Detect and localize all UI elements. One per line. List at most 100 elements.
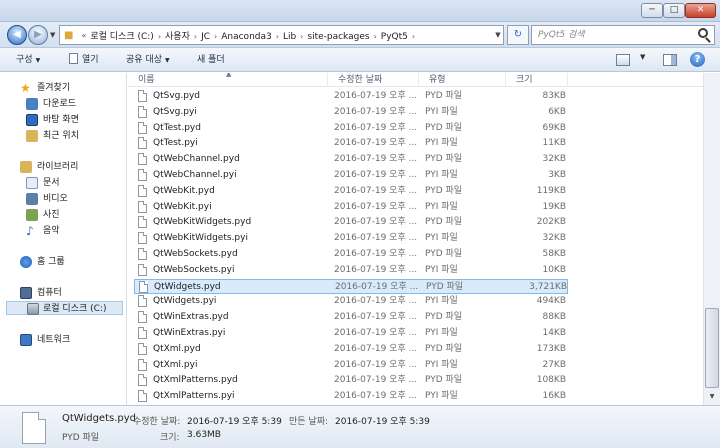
file-row[interactable]: QtWinExtras.pyd 2016-07-19 오후 ... PYD 파일 88… xyxy=(134,310,568,325)
breadcrumb-separator[interactable]: › xyxy=(276,32,279,41)
file-icon xyxy=(138,263,147,276)
open-button[interactable]: 열기 xyxy=(69,53,99,67)
file-icon xyxy=(138,90,147,102)
breadcrumb-separator[interactable]: › xyxy=(158,32,161,41)
file-type: PYI 파일 xyxy=(425,296,458,307)
file-row[interactable]: QtSvg.pyd 2016-07-19 오후 ... PYD 파일 83KB xyxy=(134,89,568,104)
file-size: 119KB xyxy=(536,185,566,196)
file-icon xyxy=(22,412,46,444)
nav-label: 홈 그룹 xyxy=(37,257,65,267)
chevron-down-icon[interactable]: ▼ xyxy=(640,53,645,61)
recent-pages-dropdown[interactable]: ▼ xyxy=(50,31,55,39)
file-icon xyxy=(138,390,147,403)
download-folder-icon xyxy=(26,98,38,110)
file-row[interactable]: QtWebKit.pyd 2016-07-19 오후 ... PYD 파일 119KB xyxy=(134,184,568,199)
nav-label: 로컬 디스크 (C:) xyxy=(43,304,107,314)
breadcrumb-separator[interactable]: › xyxy=(214,32,217,41)
scroll-down-icon[interactable]: ▼ xyxy=(705,391,719,403)
file-date: 2016-07-19 오후 ... xyxy=(334,91,418,101)
file-row[interactable]: QtXml.pyi 2016-07-19 오후 ... PYI 파일 27KB xyxy=(134,358,568,373)
nav-label: 컴퓨터 xyxy=(37,288,62,298)
nav-local-disk[interactable]: 로컬 디스크 (C:) xyxy=(6,301,123,315)
network-icon xyxy=(20,334,32,346)
breadcrumb: 로컬 디스크 (C:) › 사용자 › JC › Anaconda3 › Lib › site-pa… xyxy=(90,29,419,42)
file-size: 83KB xyxy=(542,91,566,101)
view-options-icon[interactable] xyxy=(616,54,630,66)
back-button[interactable]: ◀ xyxy=(7,25,27,45)
file-name: QtTest.pyi xyxy=(153,138,198,149)
history-marker[interactable]: « xyxy=(81,31,86,40)
organize-button[interactable]: 구성 ▼ xyxy=(16,53,40,67)
file-row[interactable]: QtWebKitWidgets.pyd 2016-07-19 오후 ... PYD … xyxy=(134,215,568,230)
file-row[interactable]: QtWidgets.pyd 2016-07-19 오후 ... PYD 파일 3,72… xyxy=(134,278,568,294)
details-created-label: 만든 날짜: xyxy=(289,417,329,427)
breadcrumb-item[interactable]: Anaconda3 xyxy=(221,32,272,42)
refresh-button[interactable]: ↻ xyxy=(507,25,529,45)
file-row[interactable]: QtXml.pyd 2016-07-19 오후 ... PYD 파일 173KB xyxy=(134,342,568,357)
homegroup-icon xyxy=(20,256,32,268)
breadcrumb-separator[interactable]: › xyxy=(300,32,303,41)
help-icon[interactable]: ? xyxy=(690,52,705,67)
file-date: 2016-07-19 오후 ... xyxy=(334,185,418,196)
breadcrumb-separator[interactable]: › xyxy=(374,32,377,41)
file-date: 2016-07-19 오후 ... xyxy=(334,122,418,133)
file-size: 3,721KB xyxy=(529,281,567,292)
chevron-down-icon: ▼ xyxy=(50,31,56,39)
search-input[interactable]: PyQt5 검색 xyxy=(531,25,715,45)
file-row[interactable]: QtWidgets.pyi 2016-07-19 오후 ... PYI 파일 494K… xyxy=(134,294,568,309)
file-row[interactable]: QtTest.pyd 2016-07-19 오후 ... PYD 파일 69KB xyxy=(134,121,568,136)
file-row[interactable]: QtWebChannel.pyi 2016-07-19 오후 ... PYI 파일 3… xyxy=(134,168,568,183)
nav-label: 바탕 화면 xyxy=(43,115,79,125)
file-size: 11KB xyxy=(542,138,566,149)
library-icon xyxy=(20,161,32,173)
arrow-left-icon: ◀ xyxy=(13,29,21,40)
file-name: QtXmlPatterns.pyd xyxy=(153,375,238,386)
file-row[interactable]: QtWebSockets.pyd 2016-07-19 오후 ... PYD 파일 5… xyxy=(134,247,568,262)
file-list: 이름 ▲ 수정한 날짜 유형 크기 QtSvg.pyd 2016-07-19 오후… xyxy=(128,73,703,405)
search-icon xyxy=(698,28,708,38)
breadcrumb-item[interactable]: site-packages xyxy=(307,32,369,42)
file-row[interactable]: QtWebChannel.pyd 2016-07-19 오후 ... PYD 파일 3… xyxy=(134,152,568,167)
file-row[interactable]: QtWebSockets.pyi 2016-07-19 오후 ... PYI 파일 1… xyxy=(134,263,568,278)
file-type: PYI 파일 xyxy=(425,138,458,149)
scroll-thumb[interactable] xyxy=(705,308,719,388)
file-date: 2016-07-19 오후 ... xyxy=(334,296,418,307)
address-bar[interactable]: ■ « 로컬 디스크 (C:) › 사용자 › JC › Anaconda3 › Lib › sit… xyxy=(59,25,504,45)
file-date: 2016-07-19 오후 ... xyxy=(335,281,419,292)
file-row[interactable]: QtSvg.pyi 2016-07-19 오후 ... PYI 파일 6KB xyxy=(134,105,568,120)
forward-button[interactable]: ▶ xyxy=(28,25,48,45)
maximize-button[interactable]: □ xyxy=(663,3,685,18)
file-size: 69KB xyxy=(542,122,566,133)
breadcrumb-item[interactable]: Lib xyxy=(283,32,296,42)
nav-label: 라이브러리 xyxy=(37,162,79,172)
vertical-scrollbar[interactable]: ▼ xyxy=(703,73,720,405)
file-date: 2016-07-19 오후 ... xyxy=(334,233,418,244)
column-type[interactable]: 유형 xyxy=(419,73,506,87)
breadcrumb-item[interactable]: 사용자 xyxy=(165,32,190,42)
close-button[interactable]: ✕ xyxy=(685,3,716,18)
file-row[interactable]: QtWebKit.pyi 2016-07-19 오후 ... PYI 파일 19KB xyxy=(134,200,568,215)
file-row[interactable]: QtWinExtras.pyi 2016-07-19 오후 ... PYI 파일 14… xyxy=(134,326,568,341)
new-folder-button[interactable]: 새 폴더 xyxy=(197,53,225,67)
search-button[interactable] xyxy=(698,28,712,42)
share-button[interactable]: 공유 대상 ▼ xyxy=(126,53,170,67)
file-date: 2016-07-19 오후 ... xyxy=(334,138,418,149)
file-row[interactable]: QtXmlPatterns.pyi 2016-07-19 오후 ... PYI 파일… xyxy=(134,389,568,404)
file-row[interactable]: QtWebKitWidgets.pyi 2016-07-19 오후 ... PYI … xyxy=(134,231,568,246)
breadcrumb-separator[interactable]: › xyxy=(194,32,197,41)
file-row[interactable]: QtTest.pyi 2016-07-19 오후 ... PYI 파일 11KB xyxy=(134,136,568,151)
breadcrumb-item[interactable]: JC xyxy=(201,32,210,42)
breadcrumb-separator[interactable]: › xyxy=(412,32,415,41)
breadcrumb-item[interactable]: PyQt5 xyxy=(381,32,408,42)
column-date[interactable]: 수정한 날짜 xyxy=(328,73,419,87)
open-label: 열기 xyxy=(82,55,99,65)
details-file-name: QtWidgets.pyd xyxy=(62,413,137,424)
preview-pane-icon[interactable] xyxy=(663,54,677,66)
file-row[interactable]: QtXmlPatterns.pyd 2016-07-19 오후 ... PYD 파일… xyxy=(134,373,568,388)
file-type: PYD 파일 xyxy=(425,217,463,228)
address-dropdown[interactable]: ▼ xyxy=(492,25,504,45)
column-size[interactable]: 크기 xyxy=(506,73,568,87)
minimize-button[interactable]: ─ xyxy=(641,3,663,18)
file-name: QtXml.pyd xyxy=(153,343,201,354)
breadcrumb-item[interactable]: 로컬 디스크 (C:) xyxy=(90,32,153,42)
